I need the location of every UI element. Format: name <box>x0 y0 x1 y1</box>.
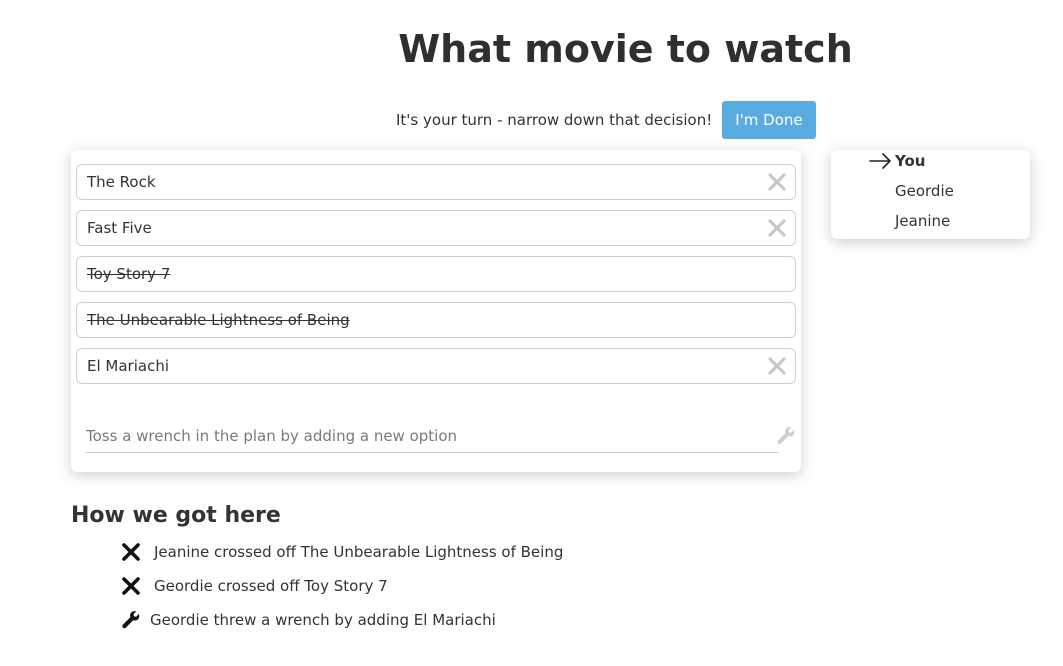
wrench-icon <box>777 427 795 445</box>
arrow-right-icon <box>869 153 891 169</box>
history-text: Geordie crossed off Toy Story 7 <box>154 577 388 595</box>
new-option-field <box>86 420 778 453</box>
page: What movie to watch It's your turn - nar… <box>0 0 1063 666</box>
player-name: Geordie <box>895 182 954 200</box>
cross-icon <box>120 575 142 597</box>
history-text: Jeanine crossed off The Unbearable Light… <box>154 543 564 561</box>
remove-option-button[interactable] <box>759 164 795 200</box>
option-label: Fast Five <box>87 219 152 237</box>
wrench-icon <box>120 609 142 631</box>
option-label: Toy Story 7 <box>87 265 171 283</box>
turn-bar: It's your turn - narrow down that decisi… <box>396 101 816 139</box>
option-item-crossed: Toy Story 7 <box>76 256 796 292</box>
history-text: Geordie threw a wrench by adding El Mari… <box>150 611 496 629</box>
page-title: What movie to watch <box>398 27 853 71</box>
option-label: The Rock <box>87 173 156 191</box>
cross-icon <box>120 541 142 563</box>
turn-prompt: It's your turn - narrow down that decisi… <box>396 111 713 129</box>
players-card: You Geordie Jeanine <box>831 150 1030 239</box>
history-item: Geordie crossed off Toy Story 7 <box>120 574 388 598</box>
remove-option-button[interactable] <box>759 210 795 246</box>
options-card: The Rock Fast Five Toy Story 7 The Unbea… <box>71 150 801 472</box>
option-item: El Mariachi <box>76 348 796 384</box>
close-icon <box>768 219 786 237</box>
option-item: Fast Five <box>76 210 796 246</box>
player-name-current: You <box>895 152 926 170</box>
new-option-input[interactable] <box>86 420 778 452</box>
option-label: El Mariachi <box>87 357 169 375</box>
history-item: Jeanine crossed off The Unbearable Light… <box>120 540 563 564</box>
option-label: The Unbearable Lightness of Being <box>87 311 350 329</box>
close-icon <box>768 357 786 375</box>
close-icon <box>768 173 786 191</box>
option-item-crossed: The Unbearable Lightness of Being <box>76 302 796 338</box>
add-option-button[interactable] <box>775 425 797 447</box>
option-item: The Rock <box>76 164 796 200</box>
player-name: Jeanine <box>895 212 951 230</box>
history-title: How we got here <box>71 503 281 528</box>
history-item: Geordie threw a wrench by adding El Mari… <box>120 608 496 632</box>
done-button[interactable]: I'm Done <box>722 101 816 139</box>
remove-option-button[interactable] <box>759 348 795 384</box>
